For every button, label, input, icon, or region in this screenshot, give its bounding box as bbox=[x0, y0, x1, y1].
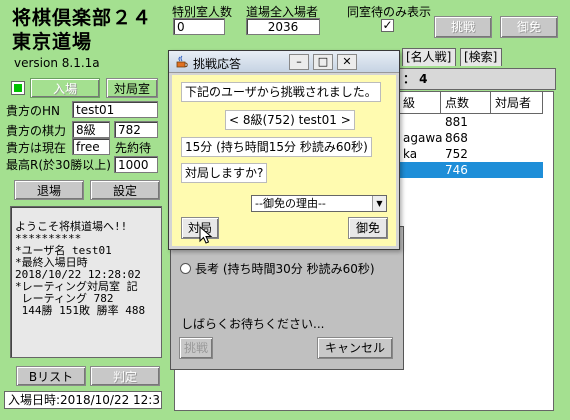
col-rank[interactable]: 級 bbox=[399, 92, 441, 114]
rating-label: 貴方の棋力 bbox=[6, 124, 67, 138]
close-icon[interactable]: ✕ bbox=[337, 54, 357, 70]
challenger-info: < 8級(752) test01 > bbox=[225, 110, 355, 130]
version-label: version 8.1.1a bbox=[14, 56, 100, 70]
dialog-titlebar[interactable]: 挑戦応答 – □ ✕ bbox=[169, 51, 399, 73]
panel-challenge-button[interactable]: 挑戦 bbox=[179, 337, 213, 359]
status-label: 貴方は現在 bbox=[6, 141, 67, 155]
status-field: free bbox=[72, 138, 110, 155]
special-room-count-field: 0 bbox=[173, 18, 225, 35]
dojo-title: 東京道場 bbox=[12, 31, 93, 53]
decline-reason-select[interactable]: --御免の理由-- ▼ bbox=[251, 195, 387, 212]
row-name: ka bbox=[403, 147, 418, 161]
dialog-body: 下記のユーザから挑戦されました。 < 8級(752) test01 > 15分 … bbox=[172, 75, 396, 246]
confirm-question: 対局しますか? bbox=[181, 163, 268, 183]
same-room-only-checkbox[interactable]: ✓ bbox=[381, 19, 394, 32]
game-room-button[interactable]: 対局室 bbox=[106, 78, 158, 98]
dojo-total-field: 2036 bbox=[246, 18, 320, 35]
chevron-down-icon: ▼ bbox=[372, 196, 386, 211]
top-challenge-button[interactable]: 挑戦 bbox=[434, 16, 492, 38]
judge-button[interactable]: 判定 bbox=[90, 366, 160, 386]
decline-reason-value: --御免の理由-- bbox=[255, 197, 326, 210]
rating-rank-field: 8級 bbox=[72, 121, 110, 138]
col-opponent[interactable]: 対局者 bbox=[491, 92, 543, 114]
top-decline-button[interactable]: 御免 bbox=[500, 16, 558, 38]
decline-button[interactable]: 御免 bbox=[348, 217, 388, 239]
col-points[interactable]: 点数 bbox=[441, 92, 491, 114]
dialog-title: 挑戦応答 bbox=[193, 57, 242, 71]
long-game-label: 長考 (持ち時間30分 秒読み60秒) bbox=[195, 262, 375, 276]
settings-button[interactable]: 設定 bbox=[90, 180, 160, 200]
first-move-label: 先約待 bbox=[115, 141, 152, 155]
connection-indicator bbox=[11, 81, 25, 95]
minimize-icon[interactable]: – bbox=[289, 54, 309, 70]
time-rule: 15分 (持ち時間15分 秒読み60秒) bbox=[181, 137, 372, 157]
log-line: 144勝 151敗 勝率 488 bbox=[15, 304, 146, 317]
max-rating-field: 1000 bbox=[114, 156, 158, 173]
exit-button[interactable]: 退場 bbox=[14, 180, 84, 200]
row-points: 746 bbox=[445, 163, 468, 177]
mouse-cursor-icon bbox=[199, 226, 213, 244]
row-points: 881 bbox=[445, 115, 468, 129]
tab-multi-battle[interactable]: [名人戦] bbox=[402, 48, 456, 66]
maximize-icon[interactable]: □ bbox=[313, 54, 333, 70]
hn-field: test01 bbox=[72, 101, 158, 118]
message-log[interactable]: ようこそ将棋道場へ!! ********** *ユーザ名 test01 *最終入場日時… bbox=[10, 206, 162, 358]
please-wait-label: しばらくお待ちください... bbox=[181, 317, 325, 331]
entry-time-status: 入場日時:2018/10/22 12:3 bbox=[4, 391, 162, 409]
max-rating-label: 最高R(於30勝以上) bbox=[6, 158, 111, 172]
challenge-message: 下記のユーザから挑戦されました。 bbox=[181, 82, 381, 102]
long-game-radio[interactable] bbox=[180, 263, 191, 274]
hn-label: 貴方のHN bbox=[6, 104, 61, 118]
row-name: agawa bbox=[403, 131, 443, 145]
tab-search[interactable]: [検索] bbox=[460, 48, 502, 66]
row-points: 752 bbox=[445, 147, 468, 161]
rating-value-field: 782 bbox=[114, 121, 158, 138]
challenge-response-dialog: 挑戦応答 – □ ✕ 下記のユーザから挑戦されました。 < 8級(752) te… bbox=[168, 50, 400, 250]
app-title: 将棋倶楽部２４ bbox=[12, 7, 153, 29]
java-cup-icon bbox=[176, 55, 188, 68]
enter-button[interactable]: 入場 bbox=[30, 78, 100, 98]
list-header: ： 4 bbox=[398, 68, 556, 90]
panel-cancel-button[interactable]: キャンセル bbox=[317, 337, 393, 359]
blist-button[interactable]: Bリスト bbox=[16, 366, 86, 386]
row-points: 868 bbox=[445, 131, 468, 145]
